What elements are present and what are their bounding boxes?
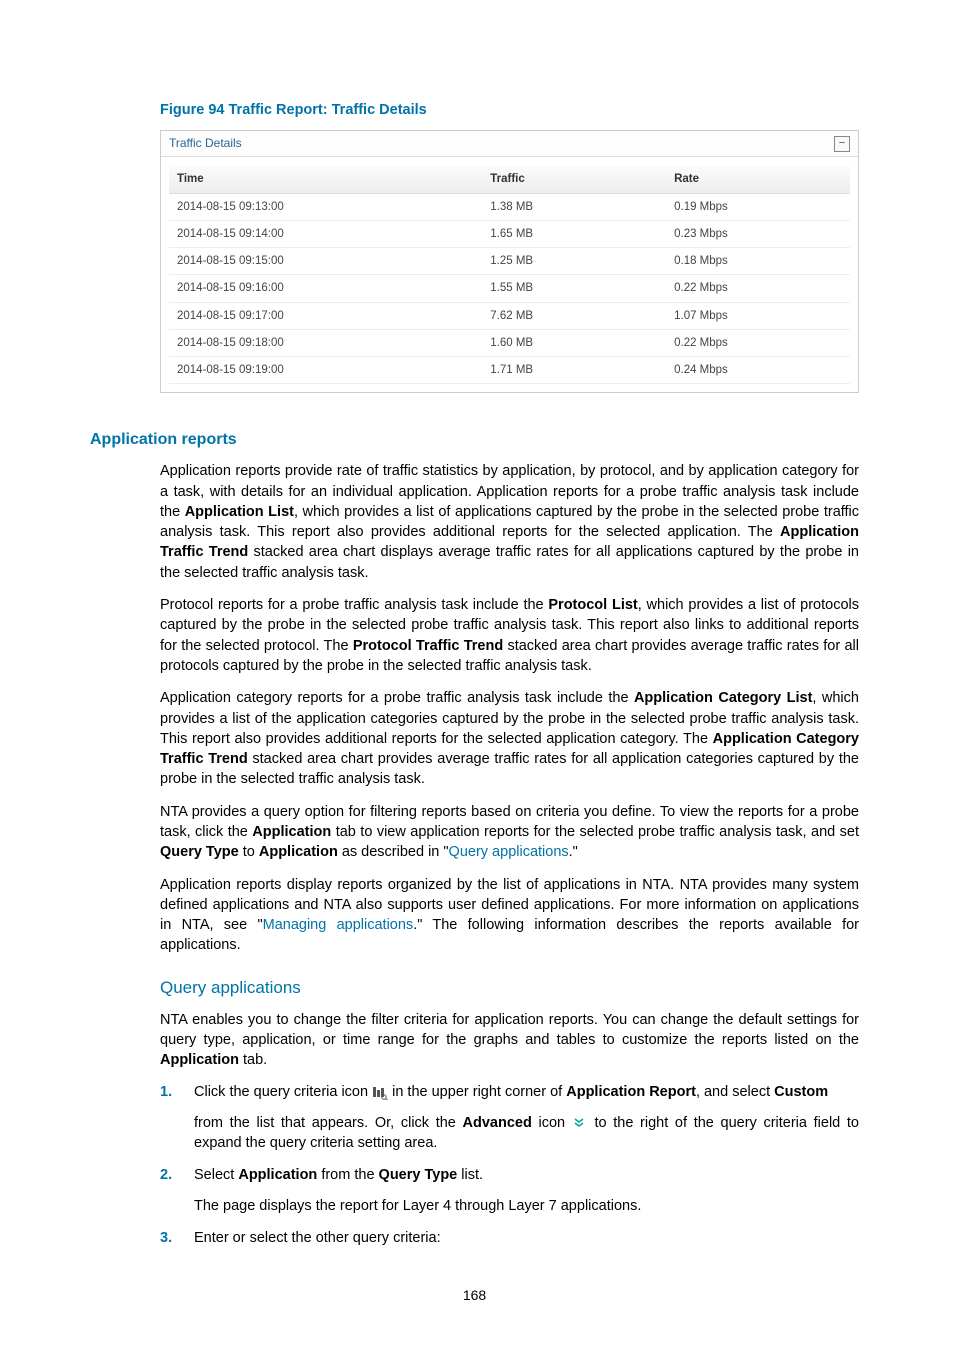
subsection-heading-query-applications: Query applications xyxy=(160,976,859,1000)
cell-rate: 0.22 Mbps xyxy=(666,329,850,356)
cell-rate: 0.19 Mbps xyxy=(666,194,850,221)
traffic-details-table: Time Traffic Rate 2014-08-15 09:13:001.3… xyxy=(169,165,850,384)
query-criteria-icon xyxy=(372,1086,388,1100)
table-row: 2014-08-15 09:13:001.38 MB0.19 Mbps xyxy=(169,194,850,221)
table-row: 2014-08-15 09:15:001.25 MB0.18 Mbps xyxy=(169,248,850,275)
cell-rate: 0.23 Mbps xyxy=(666,221,850,248)
panel-title: Traffic Details xyxy=(169,135,242,152)
page-number: 168 xyxy=(90,1286,859,1306)
step-2-sub: The page displays the report for Layer 4… xyxy=(194,1196,859,1216)
cell-time: 2014-08-15 09:16:00 xyxy=(169,275,482,302)
cell-rate: 1.07 Mbps xyxy=(666,302,850,329)
table-row: 2014-08-15 09:16:001.55 MB0.22 Mbps xyxy=(169,275,850,302)
table-row: 2014-08-15 09:18:001.60 MB0.22 Mbps xyxy=(169,329,850,356)
col-header-traffic: Traffic xyxy=(482,165,666,194)
col-header-time: Time xyxy=(169,165,482,194)
table-header-row: Time Traffic Rate xyxy=(169,165,850,194)
table-row: 2014-08-15 09:19:001.71 MB0.24 Mbps xyxy=(169,356,850,383)
col-header-rate: Rate xyxy=(666,165,850,194)
cell-time: 2014-08-15 09:17:00 xyxy=(169,302,482,329)
cell-traffic: 1.38 MB xyxy=(482,194,666,221)
paragraph: NTA enables you to change the filter cri… xyxy=(160,1010,859,1071)
step-3: Enter or select the other query criteria… xyxy=(182,1228,859,1248)
cell-rate: 0.18 Mbps xyxy=(666,248,850,275)
step-2: Select Application from the Query Type l… xyxy=(182,1165,859,1216)
paragraph: Protocol reports for a probe traffic ana… xyxy=(160,595,859,676)
steps-list: Click the query criteria icon in the upp… xyxy=(160,1082,859,1248)
paragraph: Application reports display reports orga… xyxy=(160,875,859,956)
link-managing-applications[interactable]: Managing applications xyxy=(263,917,414,933)
step-1-continuation: from the list that appears. Or, click th… xyxy=(194,1113,859,1154)
cell-time: 2014-08-15 09:18:00 xyxy=(169,329,482,356)
traffic-details-panel: Traffic Details − Time Traffic Rate 2014… xyxy=(160,130,859,393)
cell-traffic: 7.62 MB xyxy=(482,302,666,329)
cell-traffic: 1.25 MB xyxy=(482,248,666,275)
collapse-icon[interactable]: − xyxy=(834,136,850,152)
paragraph: Application category reports for a probe… xyxy=(160,688,859,789)
cell-traffic: 1.60 MB xyxy=(482,329,666,356)
cell-traffic: 1.55 MB xyxy=(482,275,666,302)
table-row: 2014-08-15 09:17:007.62 MB1.07 Mbps xyxy=(169,302,850,329)
cell-time: 2014-08-15 09:19:00 xyxy=(169,356,482,383)
cell-time: 2014-08-15 09:14:00 xyxy=(169,221,482,248)
paragraph: Application reports provide rate of traf… xyxy=(160,461,859,583)
cell-time: 2014-08-15 09:13:00 xyxy=(169,194,482,221)
cell-traffic: 1.65 MB xyxy=(482,221,666,248)
figure-caption: Figure 94 Traffic Report: Traffic Detail… xyxy=(160,100,859,120)
panel-body: Time Traffic Rate 2014-08-15 09:13:001.3… xyxy=(161,157,858,392)
link-query-applications[interactable]: Query applications xyxy=(449,844,569,860)
cell-traffic: 1.71 MB xyxy=(482,356,666,383)
section-heading-application-reports: Application reports xyxy=(90,429,859,451)
cell-rate: 0.22 Mbps xyxy=(666,275,850,302)
table-row: 2014-08-15 09:14:001.65 MB0.23 Mbps xyxy=(169,221,850,248)
advanced-expand-icon xyxy=(572,1116,588,1130)
cell-time: 2014-08-15 09:15:00 xyxy=(169,248,482,275)
panel-header: Traffic Details − xyxy=(161,131,858,157)
cell-rate: 0.24 Mbps xyxy=(666,356,850,383)
paragraph: NTA provides a query option for filterin… xyxy=(160,802,859,863)
step-1: Click the query criteria icon in the upp… xyxy=(182,1082,859,1153)
